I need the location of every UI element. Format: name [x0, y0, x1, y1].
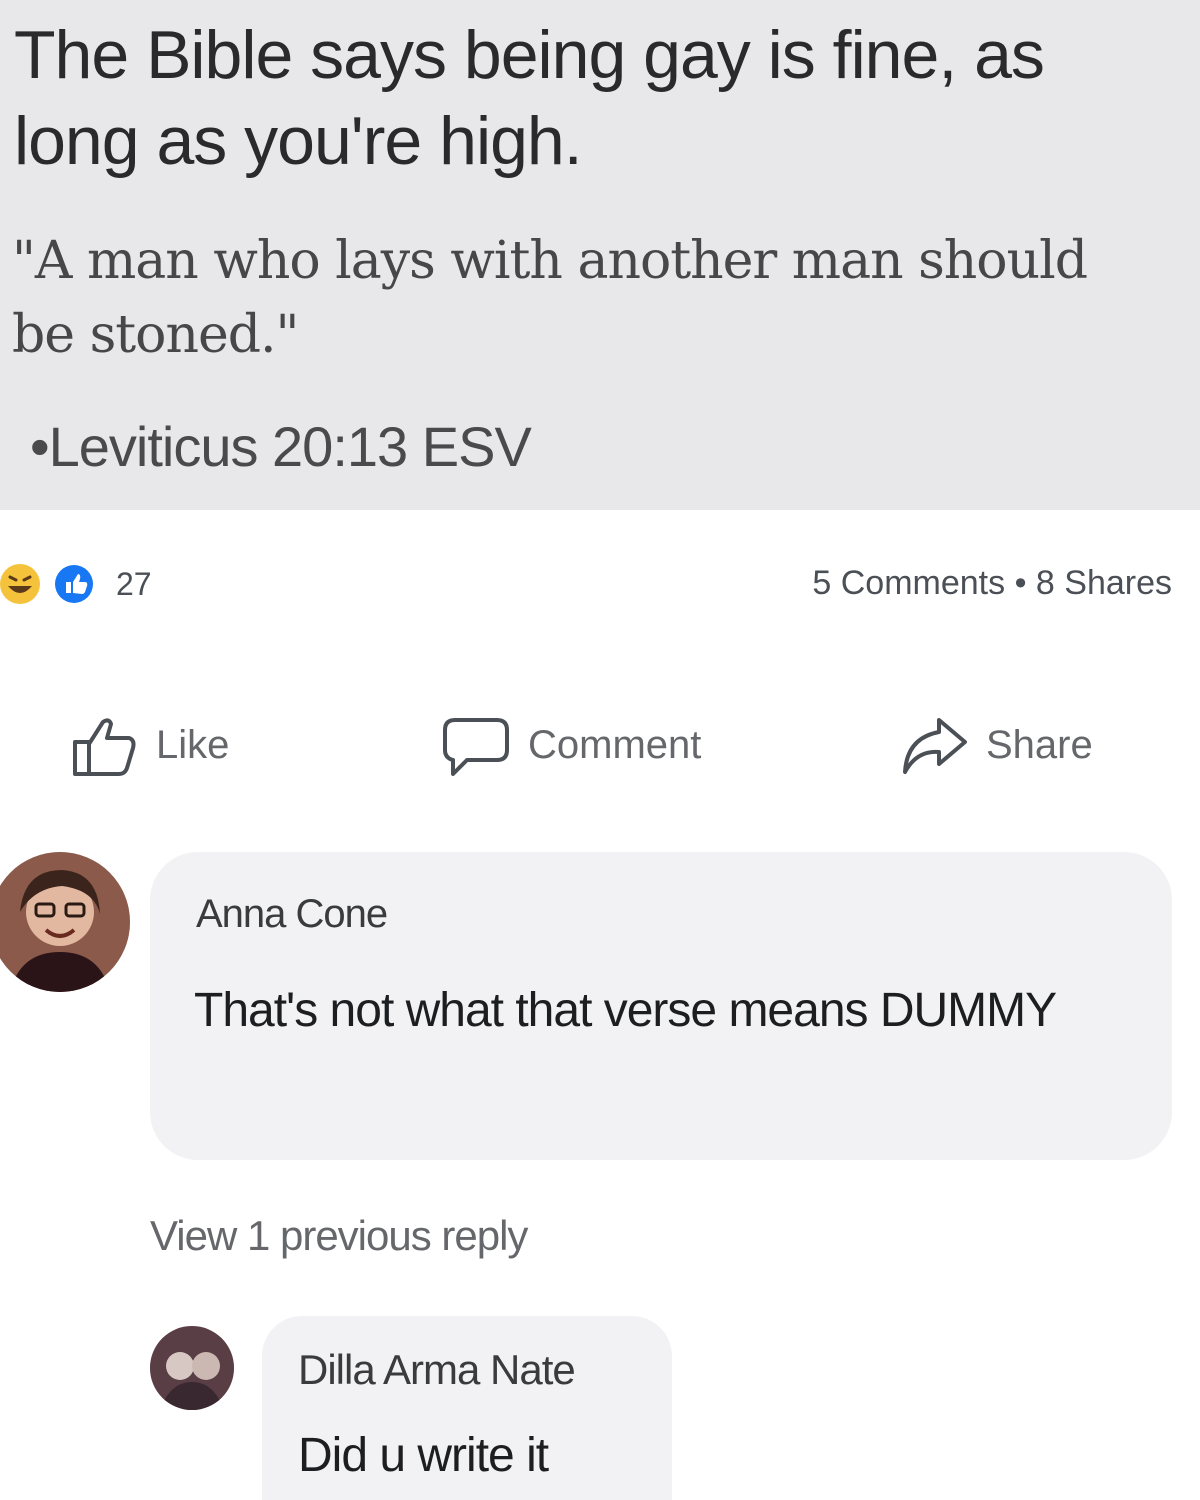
share-arrow-icon	[896, 707, 972, 783]
haha-reaction-icon	[0, 564, 40, 604]
reply-author[interactable]: Dilla Arma Nate	[298, 1346, 576, 1394]
post-citation: •Leviticus 20:13 ESV	[30, 415, 532, 478]
post-quote: "A man who lays with another man should …	[12, 231, 1088, 365]
post-action-bar: Like Comment Share	[0, 700, 1200, 790]
speech-bubble-icon	[438, 707, 514, 783]
shared-post-image[interactable]: The Bible says being gay is fine, as lon…	[0, 0, 1200, 510]
reaction-count[interactable]: 27	[116, 566, 152, 603]
thumbs-up-icon	[66, 707, 142, 783]
avatar[interactable]	[150, 1326, 234, 1410]
like-button[interactable]: Like	[66, 700, 229, 790]
comment-button[interactable]: Comment	[438, 700, 701, 790]
reaction-icons[interactable]	[0, 562, 110, 606]
comment-label: Comment	[528, 722, 702, 767]
share-label: Share	[986, 722, 1093, 767]
view-previous-replies-link[interactable]: View 1 previous reply	[150, 1212, 528, 1260]
reactions-bar: 27 5 Comments • 8 Shares	[0, 560, 1200, 610]
comment-text: That's not what that verse means DUMMY	[194, 984, 1057, 1037]
like-reaction-icon	[53, 563, 95, 605]
post-headline: The Bible says being gay is fine, as lon…	[14, 17, 1045, 179]
avatar[interactable]	[0, 852, 130, 992]
share-button[interactable]: Share	[896, 700, 1093, 790]
comment-author[interactable]: Anna Cone	[196, 892, 388, 937]
comments-shares-count[interactable]: 5 Comments • 8 Shares	[812, 564, 1172, 603]
comment: Anna Cone That's not what that verse mea…	[150, 852, 1172, 1160]
like-label: Like	[156, 722, 230, 767]
reply-text: Did u write it	[298, 1429, 549, 1482]
reply: Dilla Arma Nate Did u write it	[262, 1316, 672, 1500]
